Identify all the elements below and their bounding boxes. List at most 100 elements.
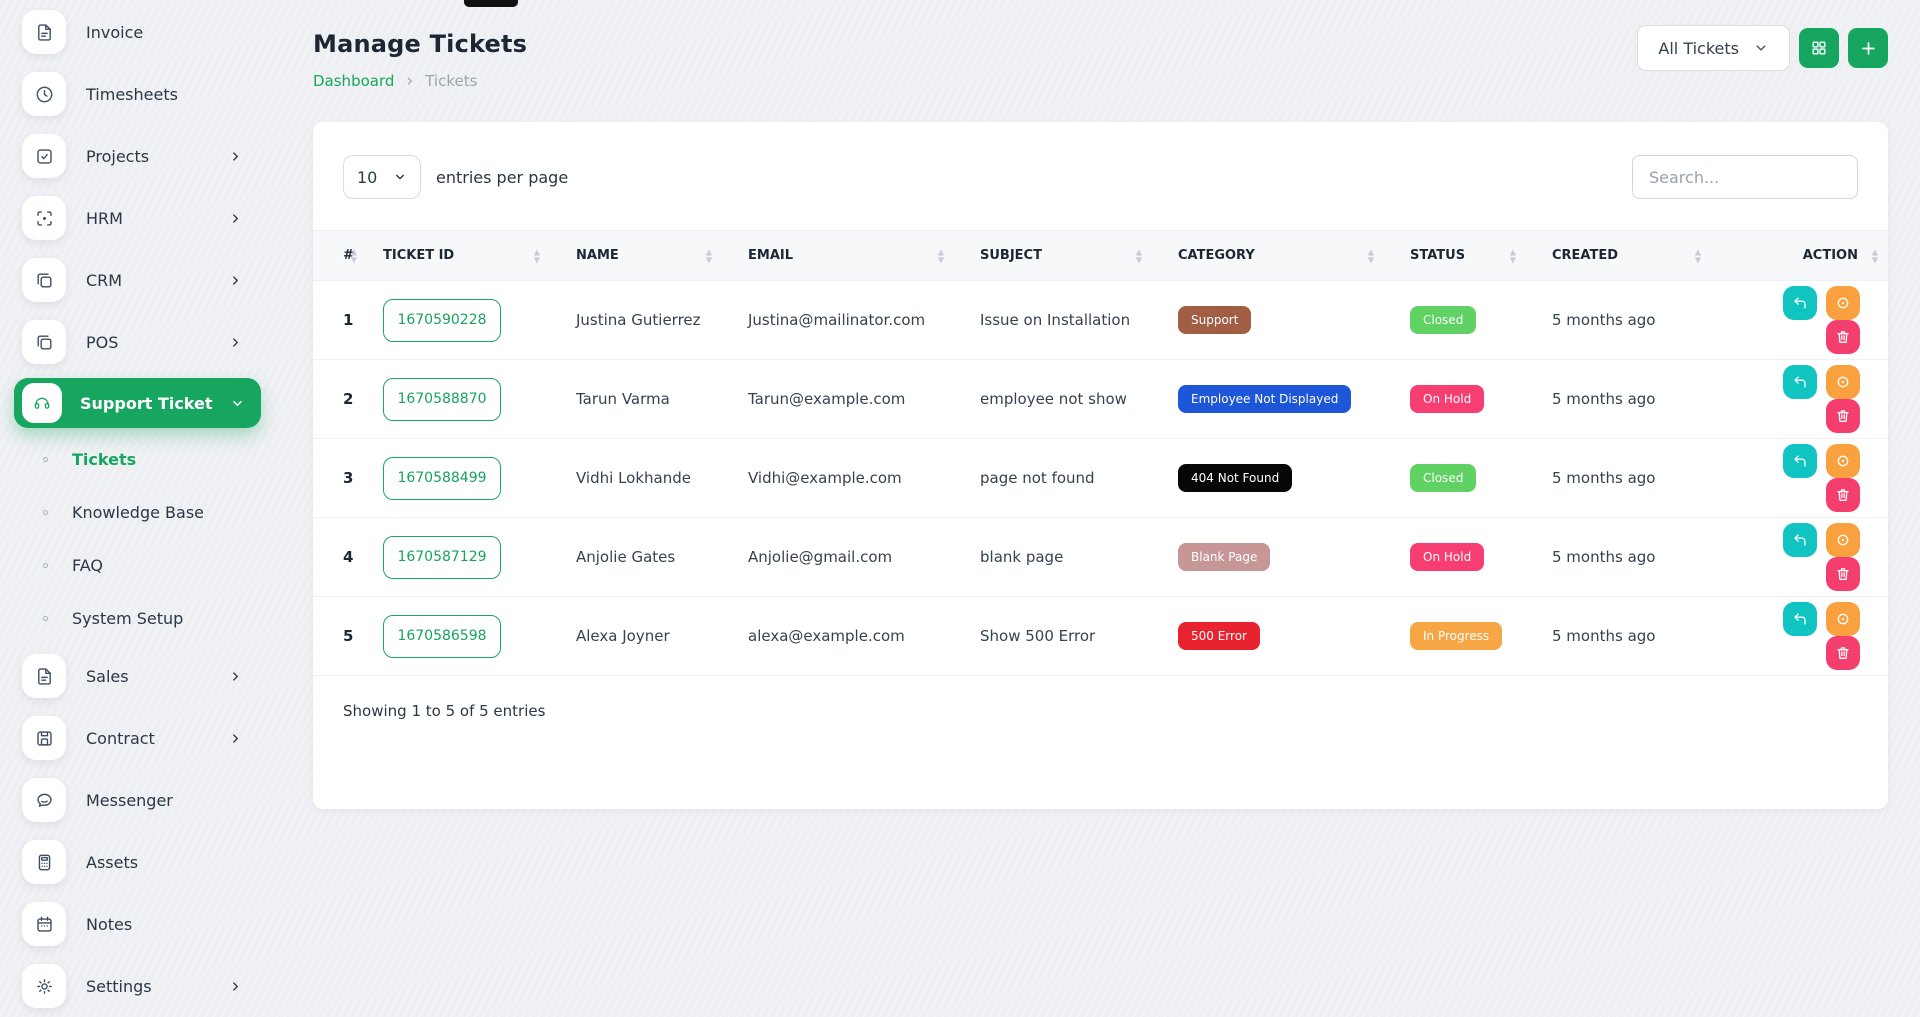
view-icon: [1835, 374, 1851, 390]
sidebar-item-label: Messenger: [86, 791, 173, 810]
sidebar-item-crm[interactable]: CRM: [0, 249, 265, 311]
sidebar-item-messenger[interactable]: Messenger: [0, 769, 265, 831]
sidebar-item-label: CRM: [86, 271, 122, 290]
category-badge: Employee Not Displayed: [1178, 385, 1351, 413]
sort-icon[interactable]: ▲▼: [706, 248, 712, 263]
sort-icon[interactable]: ▲▼: [1695, 248, 1701, 263]
contract-icon: [22, 716, 66, 760]
sidebar-subitem-knowledge-base[interactable]: Knowledge Base: [0, 486, 265, 539]
pos-icon: [22, 320, 66, 364]
ticket-id-button[interactable]: 1670588870: [383, 378, 501, 421]
sidebar-subitem-label: Knowledge Base: [72, 503, 204, 522]
sidebar-item-label: Sales: [86, 667, 129, 686]
column-label: TICKET ID: [383, 248, 454, 263]
column-header-status[interactable]: STATUS▲▼: [1386, 231, 1528, 281]
actions-cell: [1713, 597, 1888, 676]
name-cell: Anjolie Gates: [552, 518, 724, 597]
sort-icon[interactable]: ▲▼: [1368, 248, 1374, 263]
sidebar-subitem-tickets[interactable]: Tickets: [0, 433, 265, 486]
reply-icon: [1792, 611, 1808, 627]
sidebar-item-label: Contract: [86, 729, 155, 748]
ticket-id-button[interactable]: 1670590228: [383, 299, 501, 342]
circle-icon: [40, 454, 51, 465]
sales-icon: [22, 654, 66, 698]
sort-icon[interactable]: ▲▼: [534, 248, 540, 263]
assets-icon: [22, 840, 66, 884]
sidebar-subitem-system-setup[interactable]: System Setup: [0, 592, 265, 645]
entries-per-page-label: entries per page: [436, 168, 568, 187]
delete-action-button[interactable]: [1826, 478, 1860, 512]
breadcrumb-dashboard-link[interactable]: Dashboard: [313, 72, 394, 90]
column-header-created[interactable]: CREATED▲▼: [1528, 231, 1713, 281]
view-action-button[interactable]: [1826, 523, 1860, 557]
chevron-down-icon: [230, 396, 245, 411]
column-header-name[interactable]: NAME▲▼: [552, 231, 724, 281]
delete-action-button[interactable]: [1826, 557, 1860, 591]
all-tickets-label: All Tickets: [1658, 39, 1739, 58]
clock-icon: [22, 72, 66, 116]
trash-icon: [1835, 645, 1851, 661]
messenger-icon: [22, 778, 66, 822]
sort-icon[interactable]: ▲▼: [351, 248, 357, 263]
search-input[interactable]: [1632, 155, 1858, 199]
sidebar-item-notes[interactable]: Notes: [0, 893, 265, 955]
entries-summary: Showing 1 to 5 of 5 entries: [313, 676, 1888, 746]
sidebar-subitem-label: Tickets: [72, 450, 136, 469]
column-header--[interactable]: #▲▼: [313, 231, 359, 281]
view-icon: [1835, 532, 1851, 548]
chevron-right-icon: [228, 731, 243, 746]
table-header: #▲▼TICKET ID▲▼NAME▲▼EMAIL▲▼SUBJECT▲▼CATE…: [313, 231, 1888, 281]
ticket-id-button[interactable]: 1670586598: [383, 615, 501, 658]
reply-action-button[interactable]: [1783, 286, 1817, 320]
view-action-button[interactable]: [1826, 602, 1860, 636]
sidebar-item-timesheets[interactable]: Timesheets: [0, 63, 265, 125]
sidebar-item-assets[interactable]: Assets: [0, 831, 265, 893]
view-action-button[interactable]: [1826, 444, 1860, 478]
reply-action-button[interactable]: [1783, 523, 1817, 557]
sort-icon[interactable]: ▲▼: [1872, 248, 1878, 263]
table-row: 11670590228Justina GutierrezJustina@mail…: [313, 281, 1888, 360]
reply-action-button[interactable]: [1783, 444, 1817, 478]
sidebar-item-sales[interactable]: Sales: [0, 645, 265, 707]
sort-icon[interactable]: ▲▼: [938, 248, 944, 263]
sort-icon[interactable]: ▲▼: [1136, 248, 1142, 263]
reply-action-button[interactable]: [1783, 602, 1817, 636]
trash-icon: [1835, 408, 1851, 424]
sidebar-subitem-faq[interactable]: FAQ: [0, 539, 265, 592]
entries-per-page-select[interactable]: 10: [343, 155, 421, 199]
column-header-subject[interactable]: SUBJECT▲▼: [956, 231, 1154, 281]
actions-cell: [1713, 439, 1888, 518]
sidebar-item-pos[interactable]: POS: [0, 311, 265, 373]
sidebar-item-invoice[interactable]: Invoice: [0, 1, 265, 63]
column-header-ticket-id[interactable]: TICKET ID ▲▼: [359, 231, 552, 281]
created-cell: 5 months ago: [1528, 360, 1713, 439]
column-header-action[interactable]: ACTION▲▼: [1713, 231, 1888, 281]
ticket-id-button[interactable]: 1670588499: [383, 457, 501, 500]
view-action-button[interactable]: [1826, 365, 1860, 399]
ticket-id-button[interactable]: 1670587129: [383, 536, 501, 579]
add-ticket-button[interactable]: [1848, 28, 1888, 68]
status-badge: Closed: [1410, 464, 1476, 492]
sidebar-item-contract[interactable]: Contract: [0, 707, 265, 769]
column-header-email[interactable]: EMAIL▲▼: [724, 231, 956, 281]
name-cell: Alexa Joyner: [552, 597, 724, 676]
view-icon: [1835, 295, 1851, 311]
view-action-button[interactable]: [1826, 286, 1860, 320]
sort-icon[interactable]: ▲▼: [1510, 248, 1516, 263]
row-number: 5: [313, 597, 359, 676]
email-cell: Anjolie@gmail.com: [724, 518, 956, 597]
sidebar-item-projects[interactable]: Projects: [0, 125, 265, 187]
delete-action-button[interactable]: [1826, 399, 1860, 433]
sidebar-item-settings[interactable]: Settings: [0, 955, 265, 1017]
delete-action-button[interactable]: [1826, 320, 1860, 354]
table-row: 51670586598Alexa Joyneralexa@example.com…: [313, 597, 1888, 676]
sidebar-item-hrm[interactable]: HRM: [0, 187, 265, 249]
delete-action-button[interactable]: [1826, 636, 1860, 670]
column-header-category[interactable]: CATEGORY▲▼: [1154, 231, 1386, 281]
reply-action-button[interactable]: [1783, 365, 1817, 399]
all-tickets-dropdown[interactable]: All Tickets: [1637, 25, 1790, 71]
grid-view-button[interactable]: [1799, 28, 1839, 68]
chevron-right-icon: [228, 149, 243, 164]
created-cell: 5 months ago: [1528, 281, 1713, 360]
sidebar-item-support-ticket[interactable]: Support Ticket: [14, 378, 261, 428]
